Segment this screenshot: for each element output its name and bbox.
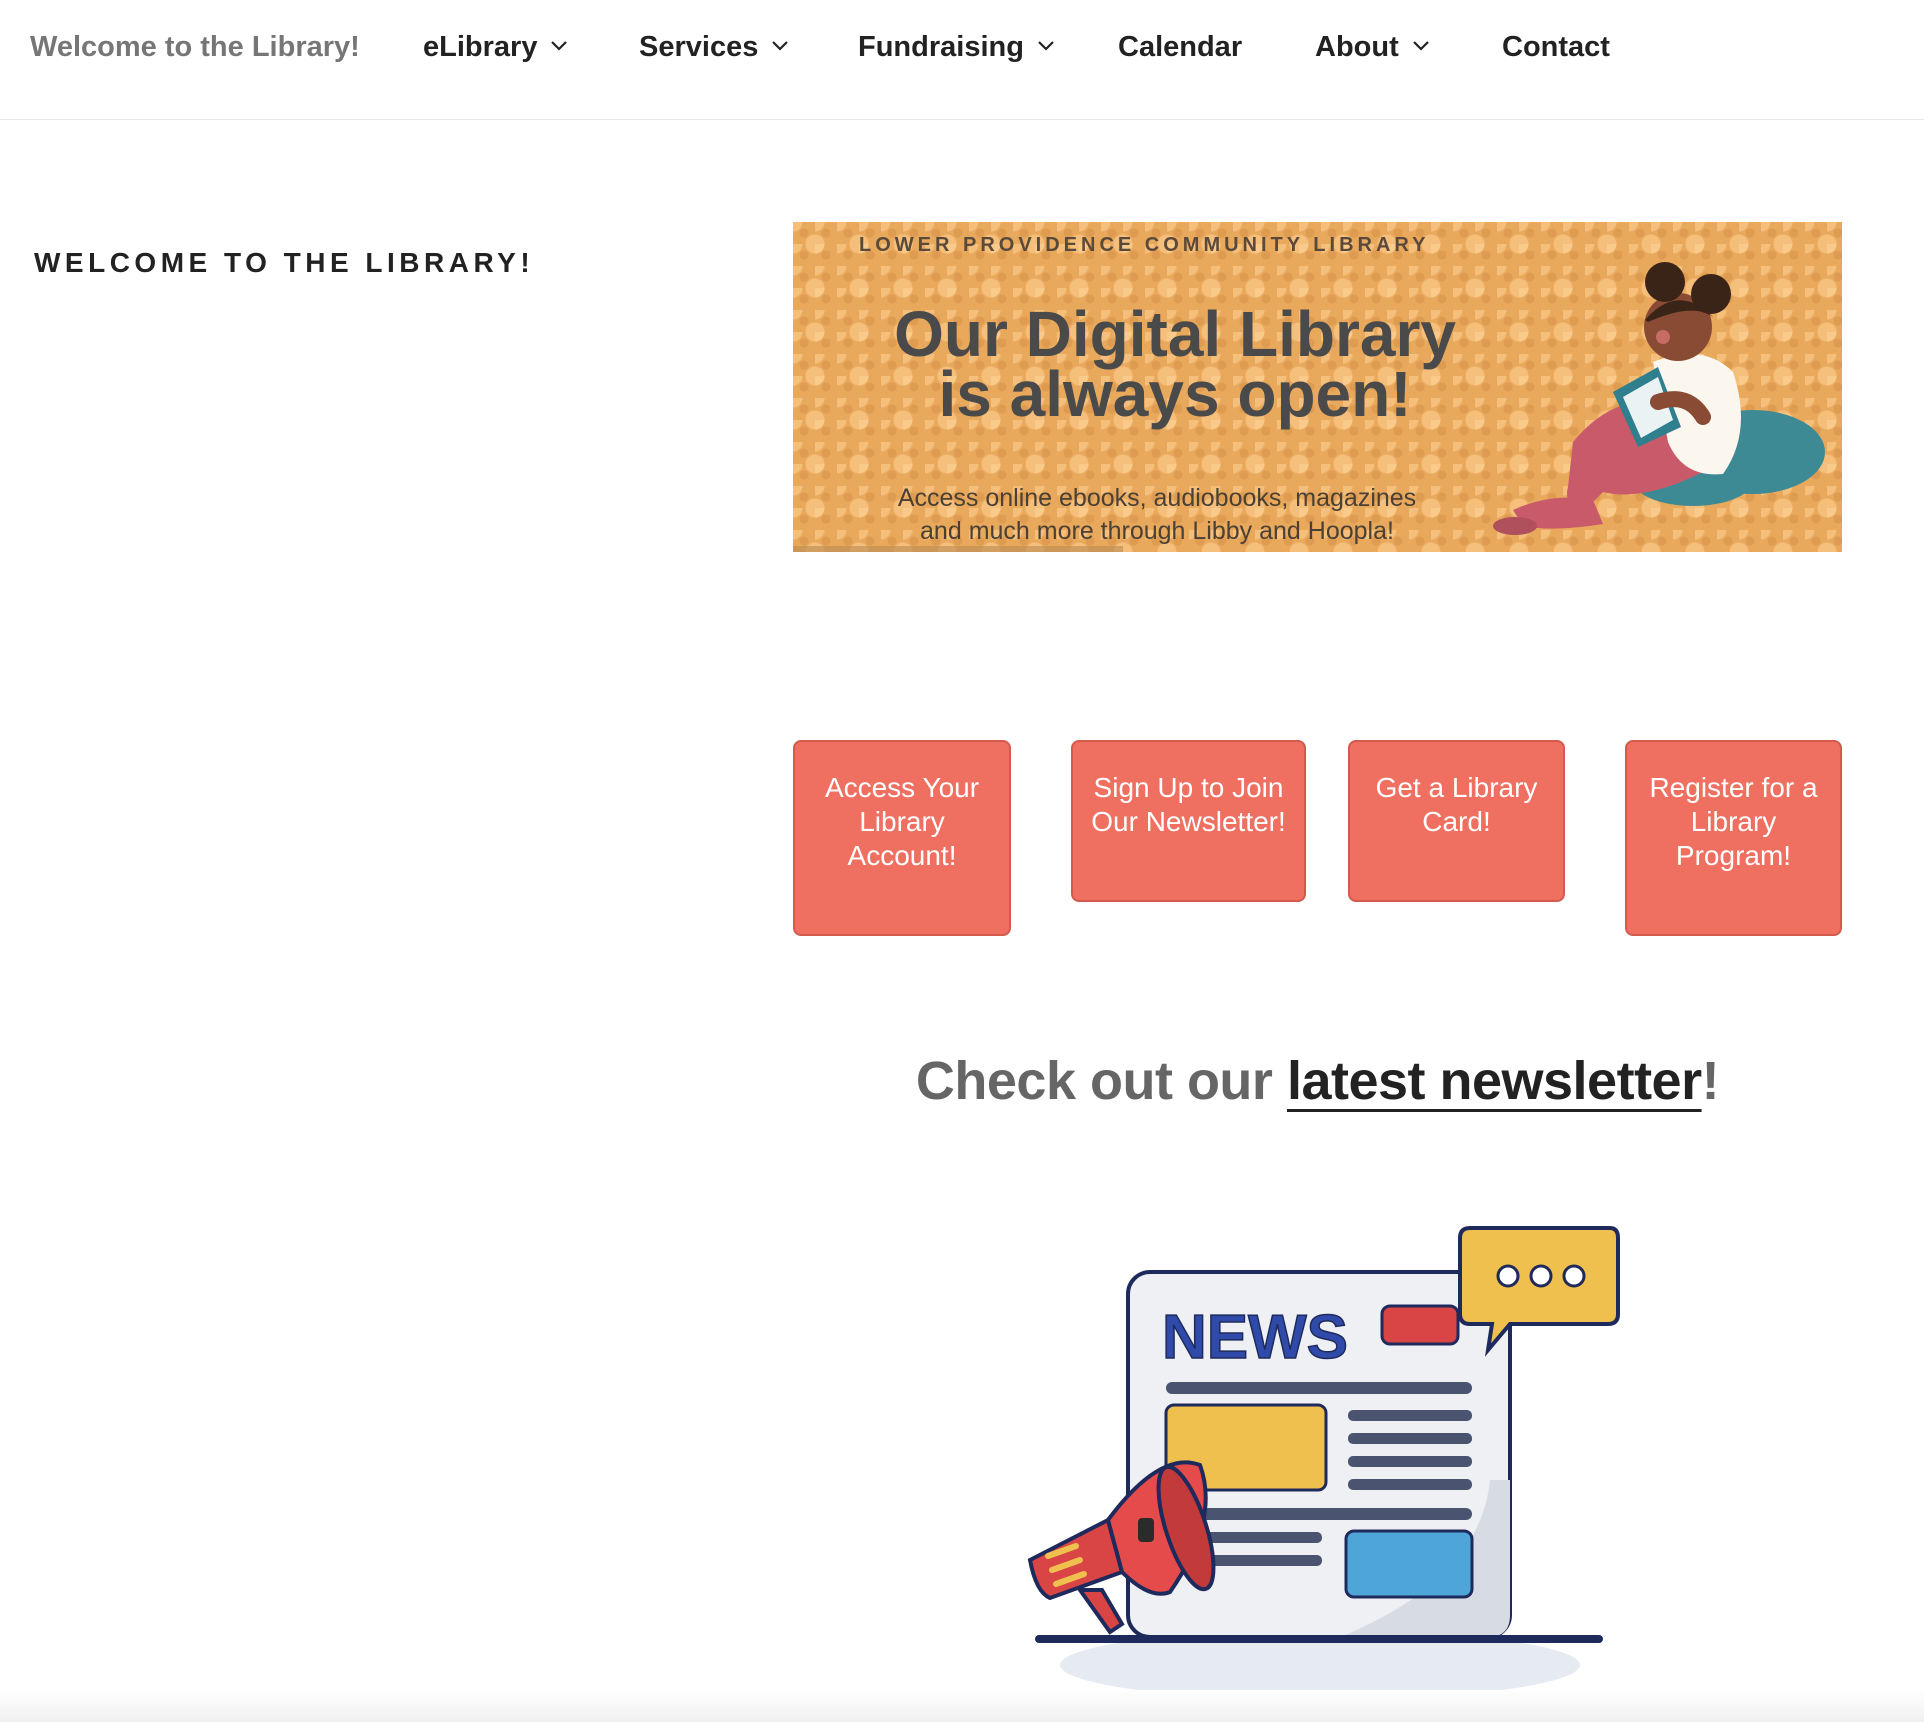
banner-subtext-line: and much more through Libby and Hoopla! xyxy=(920,517,1394,545)
chevron-down-icon xyxy=(551,41,568,51)
latest-newsletter-link[interactable]: latest newsletter xyxy=(1287,1051,1702,1111)
nav-item-label: eLibrary xyxy=(423,31,538,63)
nav-item-about[interactable]: About xyxy=(1315,31,1429,64)
widget-title: Welcome to the Library! xyxy=(34,247,535,279)
chevron-down-icon xyxy=(1038,41,1054,51)
promo-suffix: ! xyxy=(1701,1051,1720,1111)
reading-girl-illustration xyxy=(1493,262,1825,535)
nav-item-fundraising[interactable]: Fundraising xyxy=(858,31,1054,64)
register-library-program-button[interactable]: Register for a Library Program! xyxy=(1625,740,1842,936)
chevron-down-icon xyxy=(772,41,789,51)
nav-item-services[interactable]: Services xyxy=(639,31,789,64)
nav-item-contact[interactable]: Contact xyxy=(1502,31,1610,64)
page-bottom-fade xyxy=(0,1690,1924,1722)
nav-item-calendar[interactable]: Calendar xyxy=(1118,31,1242,64)
nav-item-label: Fundraising xyxy=(858,31,1024,63)
banner-progress-bar xyxy=(793,546,1123,552)
nav-item-label: Contact xyxy=(1502,31,1610,63)
site-header: Welcome to the Library! eLibrary Service… xyxy=(0,0,1924,120)
newsletter-promo-heading: Check out our latest newsletter! xyxy=(793,1050,1842,1112)
nav-item-elibrary[interactable]: eLibrary xyxy=(423,31,568,64)
banner-subtext-line: Access online ebooks, audiobooks, magazi… xyxy=(897,484,1417,512)
chevron-down-icon xyxy=(1412,41,1429,51)
digital-library-banner[interactable]: LOWER PROVIDENCE COMMUNITY LIBRARY Our D… xyxy=(793,222,1842,552)
newsletter-signup-button[interactable]: Sign Up to Join Our Newsletter! xyxy=(1071,740,1306,902)
banner-headline: Our Digital Library is always open! xyxy=(855,298,1495,430)
promo-prefix: Check out our xyxy=(915,1051,1287,1111)
access-library-account-button[interactable]: Access Your Library Account! xyxy=(793,740,1011,936)
site-title-link[interactable]: Welcome to the Library! xyxy=(30,31,360,64)
news-word: NEWS xyxy=(1162,1303,1348,1372)
newspaper-megaphone-illustration[interactable]: NEWS xyxy=(1010,1220,1630,1700)
get-library-card-button[interactable]: Get a Library Card! xyxy=(1348,740,1565,902)
nav-item-label: About xyxy=(1315,31,1399,63)
banner-headline-line: Our Digital Library xyxy=(894,298,1456,370)
nav-item-label: Services xyxy=(639,31,759,63)
banner-subtext: Access online ebooks, audiobooks, magazi… xyxy=(837,482,1477,548)
nav-item-label: Calendar xyxy=(1118,31,1243,63)
banner-org-name: LOWER PROVIDENCE COMMUNITY LIBRARY xyxy=(859,234,1430,256)
banner-headline-line: is always open! xyxy=(938,358,1412,430)
